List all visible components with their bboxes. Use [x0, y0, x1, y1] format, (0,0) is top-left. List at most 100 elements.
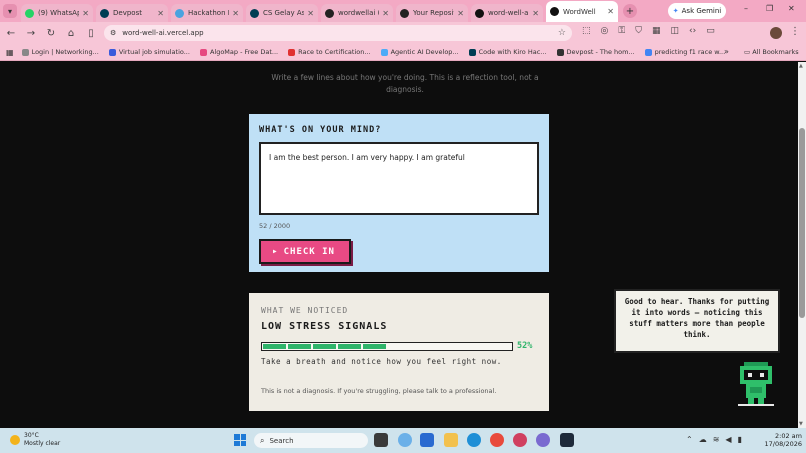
bookmark-label: Race to Certification... [298, 48, 371, 56]
reload-icon[interactable]: ↻ [42, 24, 60, 42]
browser-tab[interactable]: Hackathon Id✕ [171, 4, 243, 22]
more-bookmarks-icon[interactable]: » [724, 47, 729, 56]
bookmark-item[interactable]: predicting f1 race w... [644, 48, 726, 56]
bookmark-label: AlgoMap - Free Dat... [209, 48, 279, 56]
tab-close-icon[interactable]: ✕ [307, 9, 314, 18]
chrome-alt-icon[interactable] [536, 433, 550, 447]
play-icon: ▶ [273, 248, 278, 255]
clock-date: 17/08/2026 [764, 440, 802, 448]
window-icon[interactable]: ▭ [706, 26, 715, 36]
all-bookmarks-link[interactable]: ▭ All Bookmarks [744, 48, 799, 56]
chrome-icon[interactable] [490, 433, 504, 447]
bookmark-favicon-icon [21, 48, 29, 56]
file-explorer-icon[interactable] [444, 433, 458, 447]
intro-text: Write a few lines about how you're doing… [271, 73, 539, 94]
browser-tab[interactable]: Your Reposito✕ [396, 4, 468, 22]
chrome-profile-icon[interactable] [513, 433, 527, 447]
bookmark-label: Agentic AI Develop... [390, 48, 459, 56]
bookmark-item[interactable]: Code with Kiro Hac... [468, 48, 547, 56]
tab-close-icon[interactable]: ✕ [607, 7, 614, 16]
tab-close-icon[interactable]: ✕ [232, 9, 239, 18]
battery-icon[interactable]: ▮ [738, 435, 742, 444]
copilot-icon[interactable] [398, 433, 412, 447]
check-in-button[interactable]: ▶ CHECK IN [259, 239, 351, 264]
puzzle-icon[interactable]: ▦ [652, 26, 661, 36]
tab-close-icon[interactable]: ✕ [457, 9, 464, 18]
scroll-up-icon[interactable]: ▲ [799, 63, 803, 69]
bookmark-item[interactable]: AlgoMap - Free Dat... [199, 48, 279, 56]
clock[interactable]: 2:02 am 17/08/2026 [762, 432, 802, 448]
tab-search-icon[interactable]: ▾ [3, 4, 17, 18]
taskbar-search[interactable]: ⌕ Search [254, 433, 368, 448]
meter-segment [338, 344, 361, 349]
code-icon[interactable]: ‹› [689, 26, 696, 36]
outlook-icon[interactable] [420, 433, 434, 447]
bookmark-item[interactable]: Virtual job simulatio... [108, 48, 190, 56]
edge-icon[interactable] [467, 433, 481, 447]
forward-icon[interactable]: → [22, 24, 40, 42]
bookmark-favicon-icon [199, 48, 207, 56]
bookmark-item[interactable]: Devpost - The hom... [556, 48, 635, 56]
extension-icon[interactable]: ⬚ [582, 26, 591, 36]
search-label: Search [269, 436, 294, 445]
address-bar[interactable]: ⚙ word-well-ai.vercel.app ☆ [104, 25, 572, 41]
signal-title: LOW STRESS SIGNALS [261, 321, 388, 332]
minimize-button[interactable]: – [744, 4, 748, 13]
weather-widget[interactable]: 30°C Mostly clear [10, 432, 60, 448]
key-icon[interactable]: ⚿ [618, 26, 625, 36]
tab-close-icon[interactable]: ✕ [382, 9, 389, 18]
browser-tab[interactable]: WordWell ✕ [546, 1, 618, 22]
back-icon[interactable]: ← [2, 24, 20, 42]
browser-tab[interactable]: word-well-ai ✕ [471, 4, 543, 22]
sidebar-icon[interactable]: ▯ [82, 24, 100, 42]
bookmark-favicon-icon [644, 48, 652, 56]
browser-tab[interactable]: (9) WhatsApp✕ [21, 4, 93, 22]
check-in-label: CHECK IN [283, 246, 335, 257]
new-tab-button[interactable]: + [623, 4, 637, 18]
result-label: WHAT WE NOTICED [261, 306, 349, 315]
stress-percent: 52% [517, 341, 533, 351]
browser-tab[interactable]: wordwellai (✕ [321, 4, 393, 22]
chevron-up-icon[interactable]: ⌃ [686, 435, 693, 444]
incognito-icon[interactable]: ◎ [601, 26, 609, 36]
tab-favicon-icon [175, 8, 184, 18]
profile-avatar[interactable] [770, 27, 782, 39]
home-icon[interactable]: ⌂ [62, 24, 80, 42]
close-window-button[interactable]: ✕ [788, 4, 795, 13]
browser-tab[interactable]: Devpost ✕ [96, 4, 168, 22]
gemini-icon: ✦ [672, 7, 679, 15]
volume-icon[interactable]: ◀ [725, 435, 731, 444]
scrollbar-thumb[interactable] [799, 128, 805, 318]
bookmark-item[interactable]: Login | Networking... [21, 48, 99, 56]
wifi-icon[interactable]: ≋ [713, 435, 720, 444]
start-icon[interactable] [234, 434, 246, 446]
disclaimer-text: This is not a diagnosis. If you're strug… [261, 387, 497, 395]
tab-title: Your Reposito [413, 9, 454, 17]
tab-close-icon[interactable]: ✕ [532, 9, 539, 18]
shield-icon[interactable]: ⛉ [635, 26, 642, 36]
cloud-icon[interactable]: ☁ [699, 435, 707, 444]
tab-close-icon[interactable]: ✕ [157, 9, 164, 18]
browser-tab[interactable]: CS Gelay Ass✕ [246, 4, 318, 22]
bookmark-favicon-icon [108, 48, 116, 56]
search-icon: ⌕ [260, 435, 265, 445]
bookmark-item[interactable]: Race to Certification... [288, 48, 371, 56]
terminal-icon[interactable] [560, 433, 574, 447]
reflection-textarea[interactable]: I am the best person. I am very happy. I… [259, 142, 539, 215]
menu-icon[interactable]: ⋮ [790, 26, 800, 37]
apps-icon[interactable]: ▦ [6, 48, 14, 57]
task-view-icon[interactable] [374, 433, 388, 447]
input-heading: WHAT'S ON YOUR MIND? [259, 125, 382, 135]
split-icon[interactable]: ◫ [671, 26, 680, 36]
site-info-icon[interactable]: ⚙ [110, 29, 116, 37]
bookmark-label: predicting f1 race w... [654, 48, 726, 56]
bookmark-item[interactable]: Agentic AI Develop... [380, 48, 459, 56]
bookmark-star-icon[interactable]: ☆ [558, 28, 566, 38]
maximize-button[interactable]: ❐ [766, 4, 773, 13]
scroll-down-icon[interactable]: ▼ [799, 421, 803, 427]
bookmark-favicon-icon [288, 48, 296, 56]
page-scrollbar[interactable]: ▲ ▼ [798, 62, 806, 428]
ask-gemini-button[interactable]: ✦ Ask Gemini [668, 3, 726, 19]
tab-close-icon[interactable]: ✕ [82, 9, 89, 18]
tab-title: wordwellai ( [338, 9, 380, 17]
